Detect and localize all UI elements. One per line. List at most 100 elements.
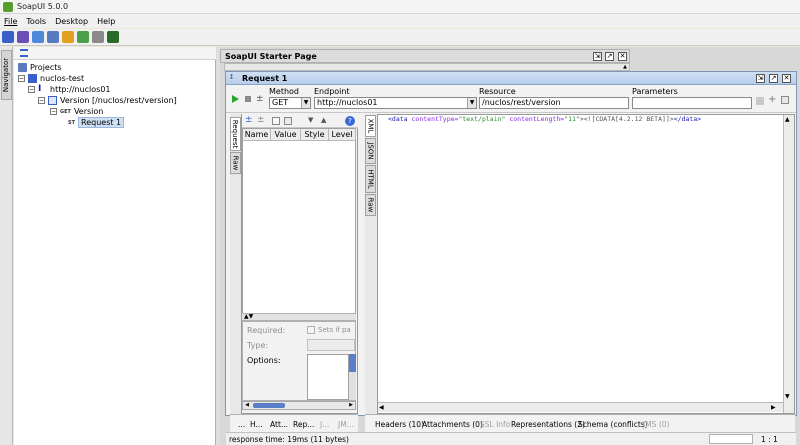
title-bar: SoapUI 5.0.0 (0, 0, 800, 14)
scroll-right-icon[interactable]: ▶ (347, 402, 355, 409)
required-checkbox[interactable] (307, 326, 315, 334)
tab-jms[interactable]: JM... (338, 420, 354, 429)
collapse-icon[interactable]: − (38, 97, 45, 104)
detach-icon[interactable]: ↗ (769, 74, 778, 83)
run-icon[interactable] (232, 95, 239, 103)
new-soap-project-icon[interactable] (2, 31, 14, 43)
tree-item-request[interactable]: ST Request 1 (68, 117, 125, 128)
tab-more[interactable]: ... (238, 420, 245, 429)
options-icon[interactable] (781, 96, 789, 104)
response-hscrollbar[interactable]: ◀ ▶ (378, 402, 783, 412)
clear-params-icon[interactable] (272, 117, 280, 125)
params-splitter[interactable]: ▲▼ (242, 313, 356, 321)
restore-icon[interactable]: ⇲ (593, 52, 602, 61)
add-param-icon[interactable]: + (768, 94, 776, 105)
new-rest-project-icon[interactable] (17, 31, 29, 43)
xml-value: "11" (564, 115, 580, 123)
tab-headers[interactable]: H... (250, 420, 263, 429)
save-all-icon[interactable] (47, 31, 59, 43)
tab-xml[interactable]: XML (365, 115, 376, 137)
xml-value: "text/plain" (458, 115, 506, 123)
tab-schema[interactable]: Schema (conflicts) (578, 420, 648, 429)
tree-item-service[interactable]: − I http://nuclos01 (28, 84, 111, 95)
scroll-down-icon[interactable]: ▼ (785, 393, 790, 400)
starter-page-window[interactable]: SoapUI Starter Page ⇲ ↗ ✕ (220, 49, 630, 63)
detach-icon[interactable]: ↗ (605, 52, 614, 61)
scroll-right-icon[interactable]: ▶ (771, 404, 776, 411)
tab-request[interactable]: Request (230, 117, 241, 151)
tab-ssl-info[interactable]: SSL Info (480, 420, 510, 429)
tree-label: Request 1 (78, 117, 125, 128)
starter-scrollbar[interactable]: ▲ (224, 63, 630, 71)
scroll-left-icon[interactable]: ◀ (243, 402, 251, 409)
preferences-icon[interactable] (92, 31, 104, 43)
collapse-arrows-icon[interactable]: ▲▼ (244, 313, 253, 320)
close-icon[interactable]: ✕ (782, 74, 791, 83)
options-list[interactable] (307, 354, 349, 400)
collapse-tree-icon[interactable] (20, 49, 28, 57)
tree-item-project[interactable]: − nuclos-test (18, 73, 84, 84)
method-select[interactable]: GET ▼ (269, 97, 311, 109)
trial-icon[interactable] (77, 31, 89, 43)
params-hscrollbar[interactable]: ◀ ▶ (242, 401, 356, 410)
column-header[interactable]: Level (329, 129, 356, 141)
scroll-thumb[interactable] (253, 403, 285, 408)
tree-item-method[interactable]: − GET Version (50, 106, 103, 117)
tab-raw[interactable]: Raw (365, 194, 376, 216)
remove-param-icon[interactable]: ± (257, 115, 265, 125)
tab-representations[interactable]: Rep... (293, 420, 314, 429)
scroll-up-icon[interactable]: ▲ (621, 64, 629, 70)
tab-headers[interactable]: Headers (10) (375, 420, 424, 429)
tab-jms-headers[interactable]: J... (320, 420, 329, 429)
type-select[interactable] (307, 339, 355, 351)
navigator-panel (14, 47, 216, 445)
xml-response-editor[interactable]: <data contentType="text/plain" contentLe… (388, 115, 768, 127)
request-window-titlebar[interactable]: ⁑ Request 1 ⇲ ↗ ✕ (226, 72, 796, 85)
column-header[interactable]: Value (271, 129, 301, 141)
import-project-icon[interactable] (32, 31, 44, 43)
tab-representations[interactable]: Representations (2) (511, 420, 585, 429)
response-vscrollbar[interactable]: ▲ ▼ (783, 115, 794, 413)
copy-params-icon[interactable] (756, 97, 764, 105)
close-icon[interactable]: ✕ (618, 52, 627, 61)
restore-icon[interactable]: ⇲ (756, 74, 765, 83)
scroll-up-icon[interactable]: ▲ (785, 116, 790, 123)
menu-file[interactable]: File (4, 17, 17, 26)
tab-jms[interactable]: JMS (0) (643, 420, 669, 429)
collapse-icon[interactable]: − (50, 108, 57, 115)
menu-tools[interactable]: Tools (26, 17, 46, 26)
menu-help[interactable]: Help (97, 17, 115, 26)
resource-input[interactable]: /nuclos/rest/version (479, 97, 629, 109)
tab-json[interactable]: JSON (365, 138, 376, 164)
tab-attachments[interactable]: Attachments (0) (422, 420, 483, 429)
endpoint-select[interactable]: http://nuclos01 ▼ (314, 97, 477, 109)
forum-icon[interactable] (62, 31, 74, 43)
tree-item-resource[interactable]: − Version [/nuclos/rest/version] (38, 95, 177, 106)
help-icon[interactable]: ? (345, 116, 355, 126)
status-bar: response time: 19ms (11 bytes) 1 : 1 (226, 432, 796, 445)
tab-attachments[interactable]: Att... (270, 420, 288, 429)
tab-raw[interactable]: Raw (230, 152, 241, 174)
chevron-down-icon[interactable]: ▼ (467, 98, 476, 108)
xml-tag: <data (388, 115, 408, 123)
proxy-icon[interactable] (107, 31, 119, 43)
menu-desktop[interactable]: Desktop (55, 17, 88, 26)
tree-item-projects[interactable]: Projects (18, 62, 62, 73)
edit-params-icon[interactable] (284, 117, 292, 125)
navigator-tab[interactable]: Navigator (1, 50, 12, 100)
column-header[interactable]: Style (301, 129, 329, 141)
parameters-input[interactable] (632, 97, 752, 109)
scroll-left-icon[interactable]: ◀ (379, 404, 384, 411)
chevron-down-icon[interactable]: ▼ (301, 98, 310, 108)
move-up-icon[interactable]: ▲ (321, 116, 326, 124)
add-param-icon[interactable]: ± (245, 115, 253, 125)
collapse-icon[interactable]: − (28, 86, 35, 93)
move-down-icon[interactable]: ▼ (308, 116, 313, 124)
options-scrollbar[interactable] (349, 354, 356, 400)
column-header[interactable]: Name (243, 129, 271, 141)
tab-html[interactable]: HTML (365, 165, 376, 193)
stop-icon[interactable] (245, 96, 251, 102)
collapse-icon[interactable]: − (18, 75, 25, 82)
resource-value: /nuclos/rest/version (482, 98, 561, 107)
add-endpoint-icon[interactable]: ± (256, 94, 264, 104)
